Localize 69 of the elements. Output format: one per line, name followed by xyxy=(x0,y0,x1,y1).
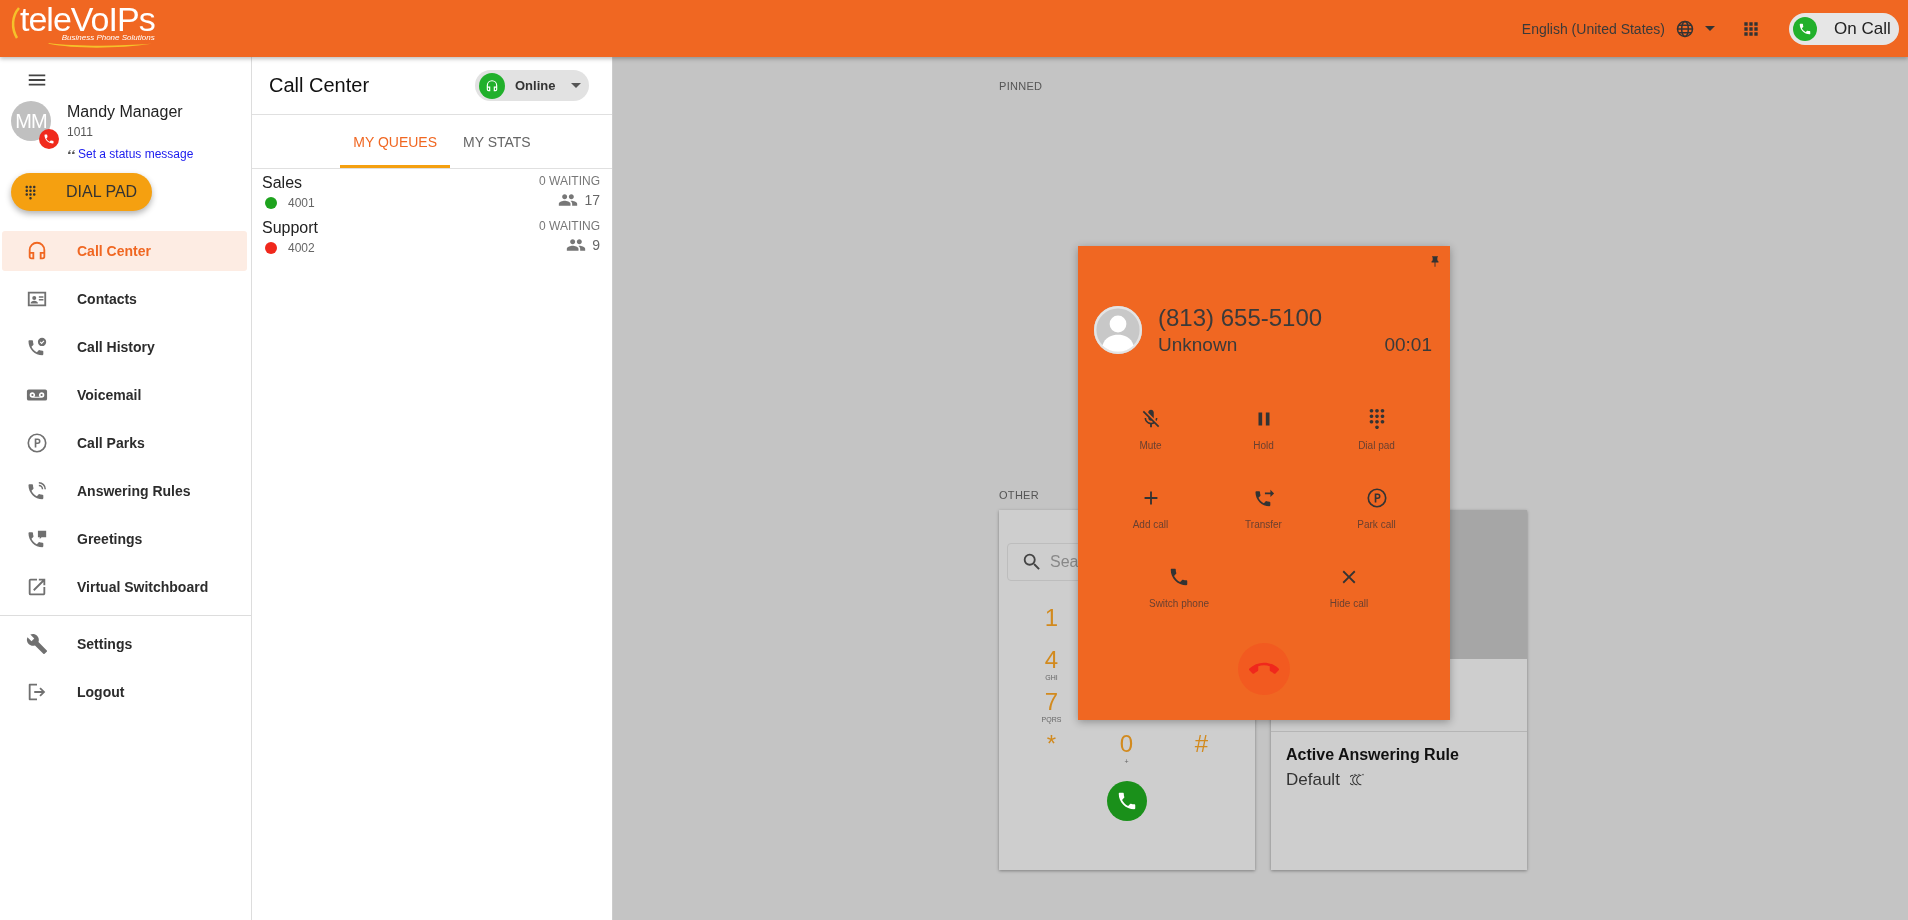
queue-number: 4001 xyxy=(288,196,315,210)
nav-item[interactable]: Answering Rules xyxy=(2,471,247,511)
call-action-button[interactable]: Switch phone xyxy=(1094,566,1264,609)
waiting-count: 0 WAITING xyxy=(539,219,600,233)
caller-avatar xyxy=(1094,306,1142,354)
parking-icon xyxy=(26,432,48,454)
agent-count: 9 xyxy=(592,237,600,253)
caret-icon xyxy=(1705,26,1715,31)
call-action-button[interactable]: Add call xyxy=(1094,487,1207,530)
language-selector[interactable]: English (United States) xyxy=(1521,18,1715,39)
nav-item[interactable]: Call Center xyxy=(2,231,247,271)
status-message-link[interactable]: Set a status message xyxy=(78,147,194,161)
call-action-button[interactable]: Park call xyxy=(1320,487,1433,530)
card-title: Active Answering Rule xyxy=(1286,746,1460,764)
caller-number: (813) 655-5100 xyxy=(1158,304,1324,332)
caret-icon xyxy=(571,83,582,88)
call-action-button[interactable]: Hold xyxy=(1207,408,1320,451)
external-link-icon xyxy=(26,576,48,598)
panel-title: Call Center xyxy=(269,74,370,97)
globe-icon xyxy=(1675,18,1695,39)
user-extension: 1011 xyxy=(67,125,94,139)
section-label: PINNED xyxy=(999,80,1043,92)
tab[interactable]: MY STATS xyxy=(450,115,544,168)
agent-status-dropdown[interactable]: Online xyxy=(475,70,589,101)
phone-icon xyxy=(1116,790,1138,812)
waves-icon xyxy=(1349,772,1366,788)
dialpad-icon xyxy=(23,183,38,201)
queue-row[interactable]: Sales 4001 0 WAITING 17 xyxy=(252,169,612,214)
nav-item[interactable]: Call History xyxy=(2,327,247,367)
phone-icon xyxy=(1168,566,1190,588)
nav-item[interactable]: Logout xyxy=(2,672,247,712)
phone-message-icon xyxy=(26,528,48,550)
queue-row[interactable]: Support 4002 0 WAITING 9 xyxy=(252,214,612,259)
queue-name: Support xyxy=(262,219,319,237)
nav-item[interactable]: Virtual Switchboard xyxy=(2,567,247,607)
nav-item[interactable]: Greetings xyxy=(2,519,247,559)
agent-count: 17 xyxy=(584,192,600,208)
phone-icon xyxy=(1798,21,1812,36)
phone-ringing-icon xyxy=(26,480,48,502)
call-action-button[interactable]: Mute xyxy=(1094,408,1207,451)
waiting-count: 0 WAITING xyxy=(539,174,600,188)
nav-item[interactable]: Voicemail xyxy=(2,375,247,415)
call-duration: 00:01 xyxy=(1384,334,1432,356)
call-action-button[interactable]: Hide call xyxy=(1264,566,1434,609)
nav-item[interactable]: Call Parks xyxy=(2,423,247,463)
nav-item[interactable]: Settings xyxy=(2,624,247,664)
logo-tagline: Business Phone Solutions xyxy=(61,33,155,42)
nav-item[interactable]: Contacts xyxy=(2,279,247,319)
caller-name: Unknown xyxy=(1158,334,1238,356)
headset-icon xyxy=(485,78,499,93)
user-name: Mandy Manager xyxy=(67,103,183,121)
call-history-icon xyxy=(26,336,48,358)
quote-icon xyxy=(67,148,75,155)
headset-icon xyxy=(26,240,48,262)
logo-arc-icon xyxy=(10,6,20,40)
call-action-button[interactable]: Transfer xyxy=(1207,487,1320,530)
settings-icon xyxy=(26,633,48,655)
logout-icon xyxy=(26,681,48,703)
rule-name: Default xyxy=(1286,770,1340,790)
call-action-button[interactable]: Dial pad xyxy=(1320,408,1433,451)
queue-name: Sales xyxy=(262,174,304,192)
parking-icon xyxy=(1365,487,1388,509)
queue-number: 4002 xyxy=(288,241,315,255)
section-label: OTHER xyxy=(999,489,1039,501)
dial-pad-button[interactable]: DIAL PAD xyxy=(11,173,152,211)
call-button[interactable] xyxy=(1107,781,1147,821)
tab[interactable]: MY QUEUES xyxy=(340,115,451,168)
search-icon xyxy=(1021,551,1043,573)
call-status-button[interactable]: On Call xyxy=(1789,12,1899,45)
